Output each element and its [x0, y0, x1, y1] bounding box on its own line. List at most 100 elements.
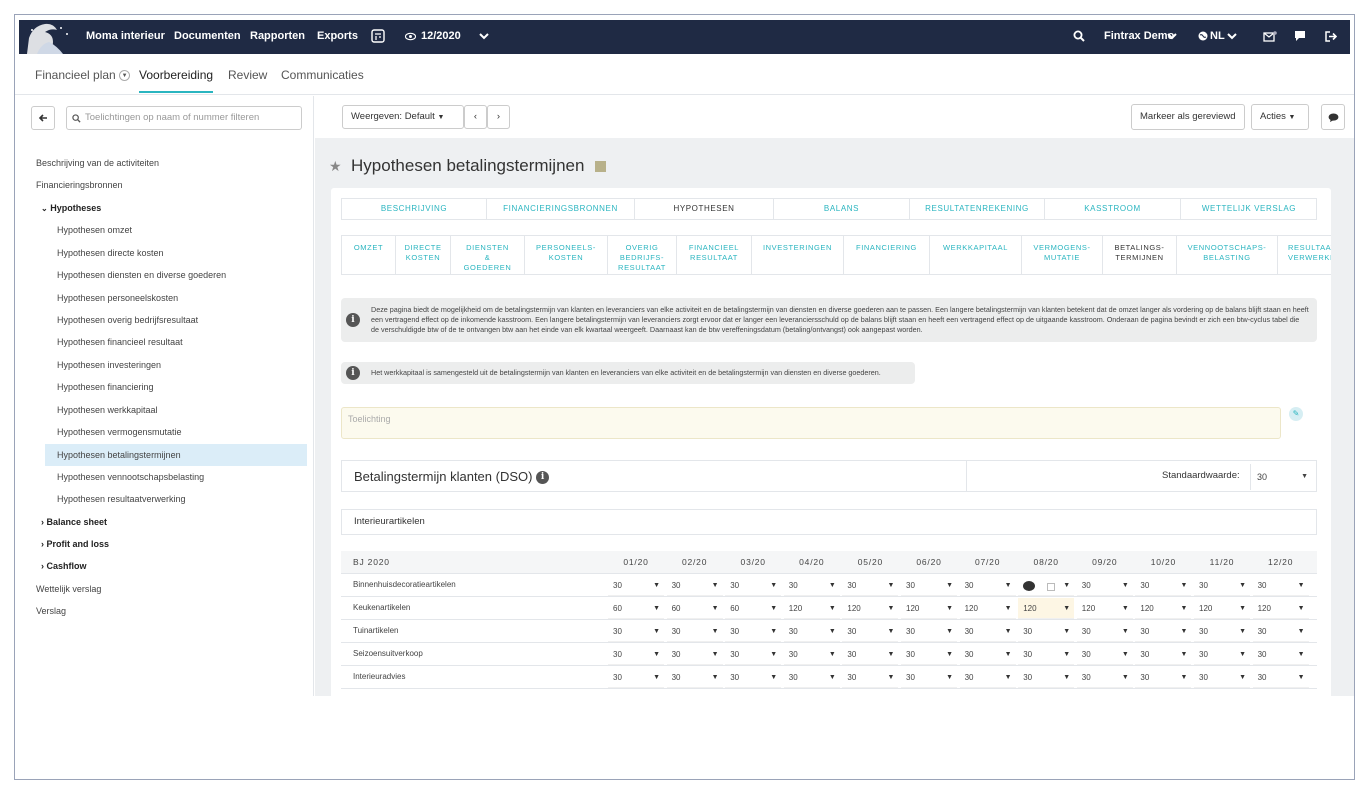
- term-select[interactable]: 30 ▼: [1194, 667, 1250, 688]
- actions-button[interactable]: Acties ▼: [1251, 104, 1309, 130]
- term-select[interactable]: 30 ▼: [1135, 644, 1192, 665]
- sidebar-item-financiering[interactable]: Hypothesen financiering: [57, 382, 154, 392]
- term-select[interactable]: 30 ▼: [901, 667, 957, 688]
- subtab-resultaatverwerking[interactable]: RESULTAAT- VERWERKING: [1278, 236, 1331, 274]
- term-select[interactable]: 30 ▼: [608, 621, 664, 642]
- term-select[interactable]: 30 ▼: [783, 621, 840, 642]
- term-select[interactable]: 120 ▼: [1194, 598, 1250, 619]
- sidebar-item-hypotheses[interactable]: ⌄ Hypotheses: [41, 203, 101, 213]
- term-select[interactable]: 30 ▼: [959, 667, 1016, 688]
- back-button[interactable]: [31, 106, 55, 130]
- sidebar-item-overig[interactable]: Hypothesen overig bedrijfsresultaat: [57, 315, 198, 325]
- term-select[interactable]: 120 ▼: [959, 598, 1016, 619]
- paperclip-icon[interactable]: ✎: [1289, 407, 1303, 421]
- tab-review[interactable]: Review: [228, 68, 267, 82]
- sidebar-item-investeringen[interactable]: Hypothesen investeringen: [57, 360, 161, 370]
- sidebar-item-balance-sheet[interactable]: › Balance sheet: [41, 517, 107, 527]
- subtab-diensten[interactable]: DIENSTEN & GOEDEREN: [451, 236, 525, 274]
- sidebar-item-financieel-resultaat[interactable]: Hypothesen financieel resultaat: [57, 337, 183, 347]
- subtab-vennootschapsbelasting[interactable]: VENNOOTSCHAPS- BELASTING: [1177, 236, 1278, 274]
- term-select[interactable]: 120 ▼: [1252, 598, 1309, 619]
- term-select[interactable]: 30 ▼: [608, 575, 664, 596]
- search-icon[interactable]: [1073, 30, 1085, 42]
- sidebar-item-directe-kosten[interactable]: Hypothesen directe kosten: [57, 248, 164, 258]
- period-selector[interactable]: 12/2020: [421, 30, 461, 42]
- reports-menu[interactable]: Rapporten: [250, 30, 305, 42]
- note-icon[interactable]: [1047, 583, 1056, 591]
- calculator-icon[interactable]: [371, 29, 385, 43]
- sidebar-item-resultaatverwerking[interactable]: Hypothesen resultaatverwerking: [57, 494, 186, 504]
- subtab-werkkapitaal[interactable]: WERKKAPITAAL: [930, 236, 1022, 274]
- term-select[interactable]: 30 ▼: [1252, 575, 1309, 596]
- term-select[interactable]: 30 ▼: [1018, 621, 1075, 642]
- term-select[interactable]: 30 ▼: [959, 621, 1016, 642]
- subtab-financieel-resultaat[interactable]: FINANCIEEL RESULTAAT: [677, 236, 752, 274]
- term-select[interactable]: 30 ▼: [666, 667, 723, 688]
- term-select[interactable]: 30 ▼: [725, 644, 782, 665]
- term-select[interactable]: 120 ▼: [842, 598, 899, 619]
- star-icon[interactable]: ★: [329, 158, 342, 174]
- sidebar-item-werkkapitaal[interactable]: Hypothesen werkkapitaal: [57, 405, 158, 415]
- next-button[interactable]: ›: [487, 105, 510, 129]
- term-select[interactable]: 30 ▼: [725, 667, 782, 688]
- language-menu[interactable]: NL: [1210, 30, 1225, 42]
- sidebar-item-financieringsbronnen[interactable]: Financieringsbronnen: [36, 180, 123, 190]
- tab-communicaties[interactable]: Communicaties: [281, 68, 364, 82]
- user-chevron-icon[interactable]: [1167, 32, 1177, 40]
- note-textarea[interactable]: Toelichting: [341, 407, 1281, 439]
- term-select[interactable]: 30 ▼: [1252, 621, 1309, 642]
- subtab-investeringen[interactable]: INVESTERINGEN: [752, 236, 844, 274]
- sidebar-item-vermogensmutatie[interactable]: Hypothesen vermogensmutatie: [57, 427, 182, 437]
- term-select[interactable]: 30 ▼: [1252, 667, 1309, 688]
- term-select[interactable]: 30 ▼: [1252, 644, 1309, 665]
- term-select[interactable]: 60 ▼: [608, 598, 664, 619]
- term-select[interactable]: ▼: [1018, 575, 1075, 596]
- term-select[interactable]: 60 ▼: [666, 598, 723, 619]
- tab-financieringsbronnen[interactable]: FINANCIERINGSBRONNEN: [487, 199, 635, 219]
- term-select[interactable]: 30 ▼: [1076, 621, 1133, 642]
- subtab-betalingstermijnen[interactable]: BETALINGS- TERMIJNEN: [1103, 236, 1177, 274]
- view-selector[interactable]: Weergeven: Default ▼: [342, 105, 464, 129]
- term-select[interactable]: 120 ▼: [1018, 598, 1075, 619]
- prev-button[interactable]: ‹: [464, 105, 487, 129]
- dropdown-caret-icon[interactable]: ▼: [119, 70, 131, 82]
- term-select[interactable]: 30 ▼: [783, 667, 840, 688]
- filter-input[interactable]: Toelichtingen op naam of nummer filteren: [66, 106, 302, 130]
- mark-reviewed-button[interactable]: Markeer als gereviewd: [1131, 104, 1245, 130]
- language-chevron-icon[interactable]: [1227, 32, 1237, 40]
- sidebar-item-diensten[interactable]: Hypothesen diensten en diverse goederen: [57, 270, 226, 280]
- subtab-directe-kosten[interactable]: DIRECTE KOSTEN: [396, 236, 451, 274]
- user-menu[interactable]: Fintrax Demo: [1104, 30, 1174, 42]
- info-icon[interactable]: i: [536, 471, 550, 485]
- term-select[interactable]: 30 ▼: [959, 644, 1016, 665]
- subtab-financiering[interactable]: FINANCIERING: [844, 236, 930, 274]
- tab-beschrijving[interactable]: BESCHRIJVING: [342, 199, 487, 219]
- term-select[interactable]: 30 ▼: [608, 644, 664, 665]
- company-menu[interactable]: Moma interieur: [86, 30, 165, 42]
- tab-hypothesen[interactable]: HYPOTHESEN: [635, 199, 774, 219]
- term-select[interactable]: 30 ▼: [842, 621, 899, 642]
- term-select[interactable]: 60 ▼: [725, 598, 782, 619]
- sidebar-item-verslag[interactable]: Verslag: [36, 606, 66, 616]
- term-select[interactable]: 30 ▼: [1076, 667, 1133, 688]
- sidebar-item-profit-loss[interactable]: › Profit and loss: [41, 539, 109, 549]
- term-select[interactable]: 30 ▼: [901, 644, 957, 665]
- subtab-personeelskosten[interactable]: PERSONEELS- KOSTEN: [525, 236, 608, 274]
- logout-icon[interactable]: [1325, 31, 1337, 42]
- subtab-omzet[interactable]: OMZET: [342, 236, 396, 274]
- tab-resultatenrekening[interactable]: RESULTATENREKENING: [910, 199, 1045, 219]
- term-select[interactable]: 30 ▼: [1135, 667, 1192, 688]
- tab-voorbereiding[interactable]: Voorbereiding: [139, 68, 214, 93]
- term-select[interactable]: 30 ▼: [666, 575, 723, 596]
- tab-wettelijk-verslag[interactable]: WETTELIJK VERSLAG: [1181, 199, 1317, 219]
- subtab-vermogensmutatie[interactable]: VERMOGENS- MUTATIE: [1022, 236, 1103, 274]
- term-select[interactable]: 30 ▼: [783, 575, 840, 596]
- sidebar-item-personeelskosten[interactable]: Hypothesen personeelskosten: [57, 293, 178, 303]
- term-select[interactable]: 30 ▼: [1076, 644, 1133, 665]
- subtab-overig[interactable]: OVERIG BEDRIJFS- RESULTAAT: [608, 236, 677, 274]
- term-select[interactable]: 30 ▼: [666, 621, 723, 642]
- term-select[interactable]: 30 ▼: [1018, 644, 1075, 665]
- comment-icon[interactable]: [1023, 581, 1036, 591]
- term-select[interactable]: 30 ▼: [1135, 575, 1192, 596]
- term-select[interactable]: 120 ▼: [901, 598, 957, 619]
